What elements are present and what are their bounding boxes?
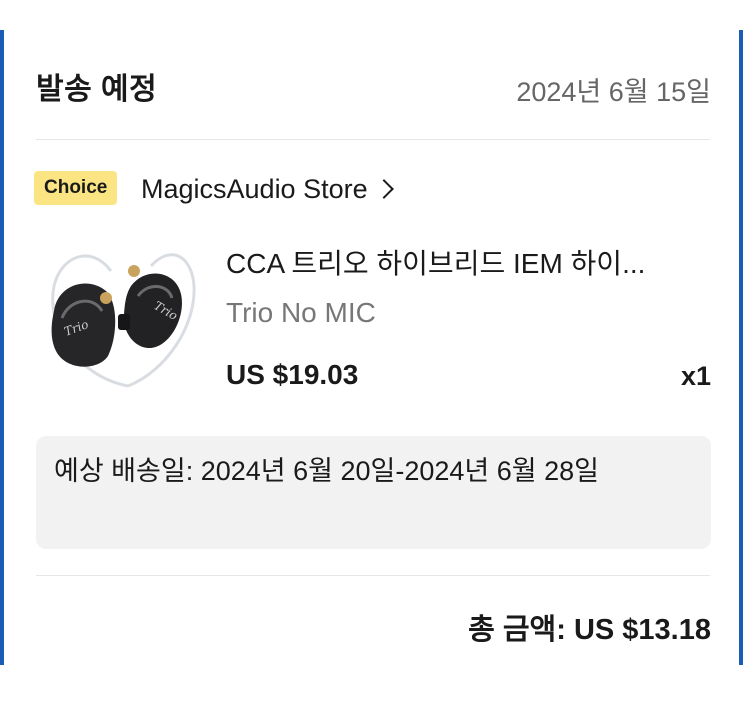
earphones-image[interactable]: Trio Trio bbox=[36, 236, 202, 406]
estimated-delivery-text: 예상 배송일: 2024년 6월 20일-2024년 6월 28일 bbox=[54, 456, 599, 486]
order-date: 2024년 6월 15일 bbox=[516, 77, 711, 107]
header-divider bbox=[36, 139, 710, 140]
order-total: 총 금액: US $13.18 bbox=[468, 614, 711, 646]
store-link[interactable]: MagicsAudio Store bbox=[141, 171, 395, 207]
chevron-right-icon bbox=[374, 179, 395, 199]
product-price: US $19.03 bbox=[226, 359, 359, 390]
choice-badge: Choice bbox=[34, 171, 118, 205]
product-variant: Trio No MIC bbox=[226, 297, 376, 328]
store-name: MagicsAudio Store bbox=[141, 174, 368, 204]
summary-divider bbox=[36, 575, 710, 576]
right-edge-bar bbox=[739, 30, 743, 665]
product-quantity: x1 bbox=[680, 361, 711, 391]
estimated-delivery-box: 예상 배송일: 2024년 6월 20일-2024년 6월 28일 bbox=[36, 436, 711, 549]
product-title[interactable]: CCA 트리오 하이브리드 IEM 하이... bbox=[226, 242, 645, 282]
shipment-status-title: 발송 예정 bbox=[36, 73, 158, 106]
